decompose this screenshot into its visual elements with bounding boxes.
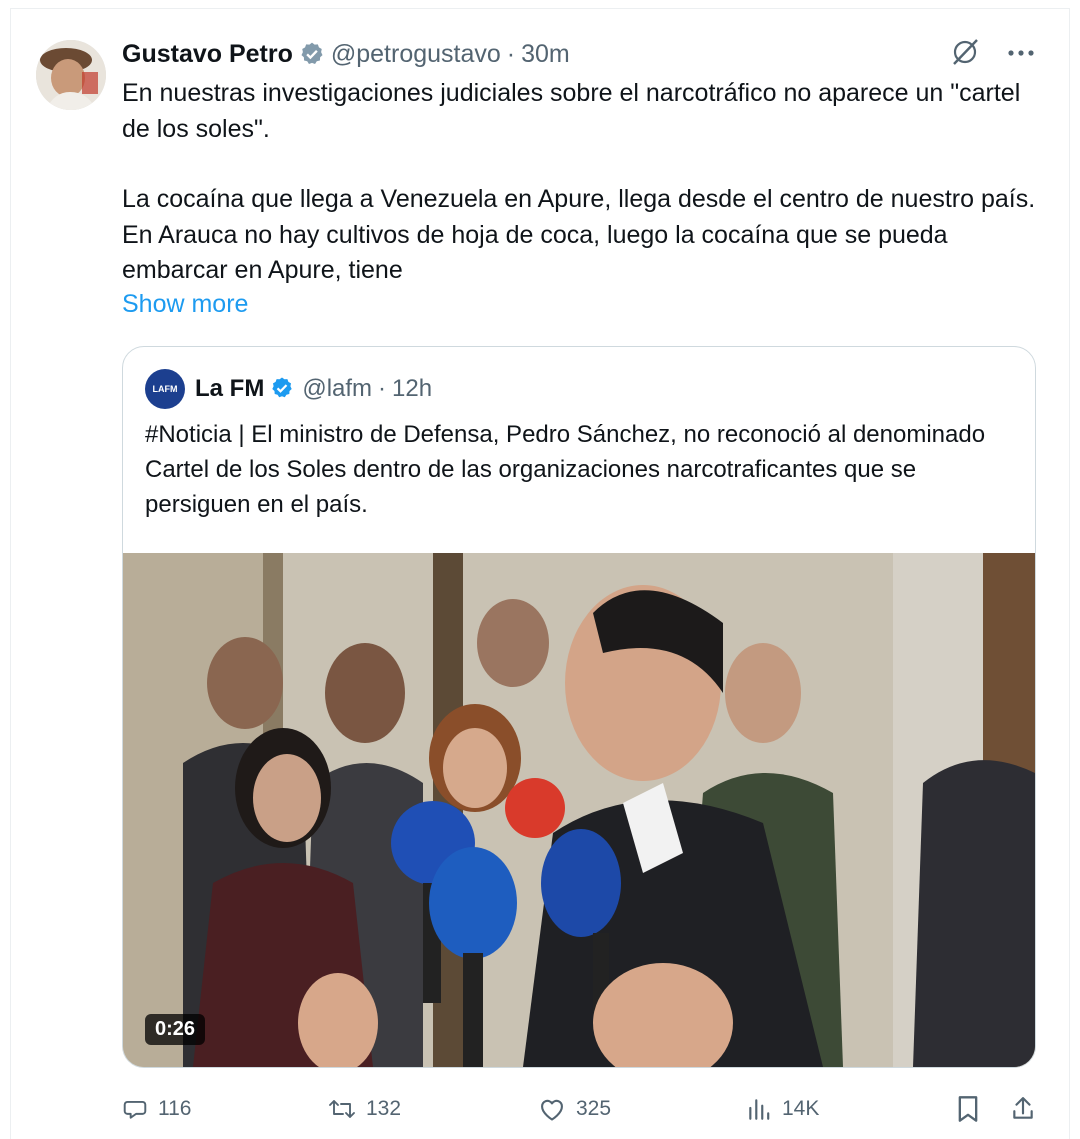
quote-handle[interactable]: @lafm — [302, 375, 372, 403]
author-handle[interactable]: @petrogustavo — [331, 40, 501, 69]
share-button[interactable] — [1010, 1090, 1036, 1128]
tweet-paragraph-2: La cocaína que llega a Venezuela en Apur… — [122, 185, 1036, 284]
author-name[interactable]: Gustavo Petro — [122, 40, 293, 69]
quote-text: #Noticia | El ministro de Defensa, Pedro… — [145, 421, 986, 518]
quoted-tweet[interactable]: LAFM La FM @lafm · 12h #Noticia | El min… — [122, 346, 1036, 1068]
like-button[interactable]: 325 — [538, 1090, 611, 1128]
action-bar: 116 132 325 14K — [122, 1090, 1042, 1128]
bookmark-icon — [956, 1095, 980, 1123]
reply-button[interactable]: 116 — [122, 1090, 191, 1128]
tweet-text: En nuestras investigaciones judiciales s… — [122, 76, 1052, 289]
reply-count: 116 — [158, 1097, 192, 1120]
more-icon[interactable] — [1006, 45, 1036, 63]
quote-header: LAFM La FM @lafm · 12h — [145, 369, 432, 409]
repost-icon — [328, 1096, 356, 1122]
views-count: 14K — [782, 1097, 820, 1120]
quote-author-name[interactable]: La FM — [195, 375, 264, 403]
views-button[interactable]: 14K — [746, 1090, 819, 1128]
grok-icon[interactable] — [948, 35, 982, 74]
video-frame-image — [123, 553, 1035, 1067]
verified-badge-icon — [270, 376, 296, 402]
share-icon — [1010, 1095, 1036, 1123]
heart-icon — [538, 1096, 566, 1122]
repost-count: 132 — [366, 1097, 402, 1120]
show-more-link[interactable]: Show more — [122, 287, 248, 322]
quote-time[interactable]: 12h — [392, 375, 432, 403]
tweet-time[interactable]: 30m — [521, 40, 570, 69]
separator-dot: · — [378, 375, 387, 402]
tweet-paragraph-1: En nuestras investigaciones judiciales s… — [122, 79, 1021, 143]
bookmark-button[interactable] — [956, 1090, 980, 1128]
separator-dot: · — [506, 39, 516, 68]
video-duration: 0:26 — [145, 1014, 206, 1045]
reply-icon — [122, 1096, 148, 1122]
like-count: 325 — [576, 1097, 612, 1120]
verified-badge-icon — [299, 41, 325, 67]
repost-button[interactable]: 132 — [328, 1090, 401, 1128]
tweet-header: Gustavo Petro @petrogustavo · 30m — [122, 36, 570, 72]
quote-avatar[interactable]: LAFM — [145, 369, 185, 409]
header-actions — [948, 36, 1036, 72]
video-thumbnail[interactable]: 0:26 — [123, 553, 1035, 1067]
author-avatar[interactable] — [36, 40, 106, 110]
views-icon — [746, 1096, 772, 1122]
